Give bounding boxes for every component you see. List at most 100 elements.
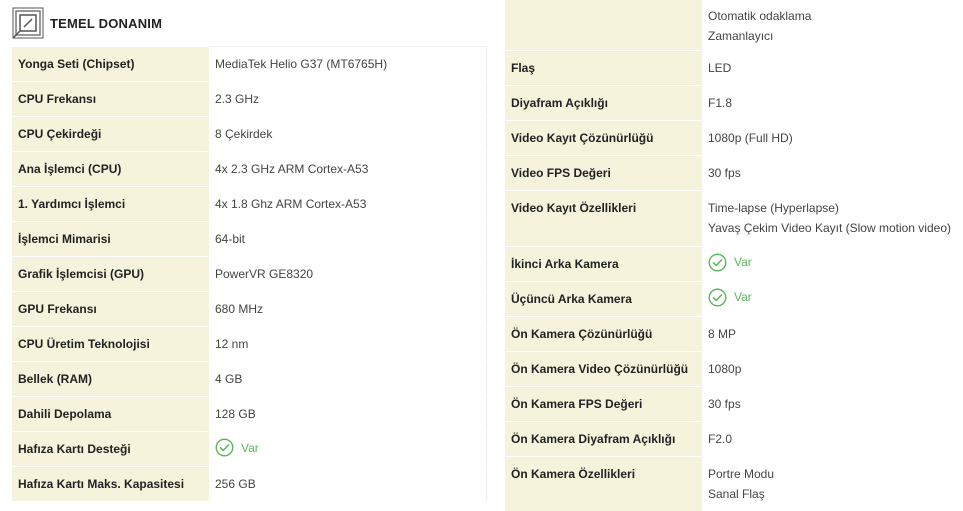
check-circle-icon <box>215 438 234 457</box>
spec-value: Var <box>702 280 963 317</box>
spec-label: CPU Frekansı <box>12 81 209 117</box>
check-circle-icon <box>708 288 727 306</box>
spec-value: 128 GB <box>209 396 487 432</box>
spec-label: CPU Çekirdeği <box>12 116 209 152</box>
camera-table: Otomatik odaklama Zamanlayıcı Flaş LED D… <box>505 0 963 511</box>
spec-value: 1080p <box>702 350 963 387</box>
spec-row-ram: Bellek (RAM) 4 GB <box>12 361 487 397</box>
spec-label: GPU Frekansı <box>12 291 209 327</box>
spec-value: 30 fps <box>702 154 963 191</box>
section-header: TEMEL DONANIM <box>12 0 486 46</box>
spec-label: Flaş <box>505 50 702 86</box>
spec-row-third-rear-camera: Üçüncü Arka Kamera Var <box>505 280 963 317</box>
spec-row-memory-card-capacity: Hafıza Kartı Maks. Kapasitesi 256 GB <box>12 466 487 502</box>
spec-row-front-camera-resolution: Ön Kamera Çözünürlüğü 8 MP <box>505 315 963 352</box>
spec-value: 8 Çekirdek <box>209 116 487 152</box>
spec-label: 1. Yardımcı İşlemci <box>12 186 209 222</box>
spec-value: MediaTek Helio G37 (MT6765H) <box>209 46 487 82</box>
spec-row-cpu-architecture: İşlemci Mimarisi 64-bit <box>12 221 487 257</box>
spec-row-video-resolution: Video Kayıt Çözünürlüğü 1080p (Full HD) <box>505 119 963 156</box>
spec-row-video-features: Video Kayıt Özellikleri Time-lapse (Hype… <box>505 189 963 247</box>
spec-row-memory-card-support: Hafıza Kartı Desteği Var <box>12 431 487 467</box>
spec-label: Bellek (RAM) <box>12 361 209 397</box>
spec-row-gpu: Grafik İşlemcisi (GPU) PowerVR GE8320 <box>12 256 487 292</box>
spec-label: Hafıza Kartı Maks. Kapasitesi <box>12 466 209 502</box>
available-indicator: Var <box>708 253 752 272</box>
spec-value: 680 MHz <box>209 291 487 327</box>
section-title: TEMEL DONANIM <box>50 15 163 31</box>
spec-value: 1080p (Full HD) <box>702 119 963 156</box>
spec-row-cpu-frequency: CPU Frekansı 2.3 GHz <box>12 81 487 117</box>
spec-label: Grafik İşlemcisi (GPU) <box>12 256 209 292</box>
check-circle-icon <box>708 253 727 271</box>
spec-row-flash: Flaş LED <box>505 49 963 86</box>
spec-value: 256 GB <box>209 466 487 502</box>
spec-row-chipset: Yonga Seti (Chipset) MediaTek Helio G37 … <box>12 46 487 82</box>
spec-row-cpu-cores: CPU Çekirdeği 8 Çekirdek <box>12 116 487 152</box>
spec-value: 4x 1.8 Ghz ARM Cortex-A53 <box>209 186 487 222</box>
spec-value: 30 fps <box>702 385 963 422</box>
spec-label: Ön Kamera Çözünürlüğü <box>505 316 702 352</box>
spec-value: LED <box>702 49 963 86</box>
spec-value: 64-bit <box>209 221 487 257</box>
spec-label: Diyafram Açıklığı <box>505 85 702 121</box>
available-indicator: Var <box>215 438 259 457</box>
spec-label: Yonga Seti (Chipset) <box>12 46 209 82</box>
chip-icon <box>12 7 44 39</box>
spec-row-front-fps: Ön Kamera FPS Değeri 30 fps <box>505 385 963 422</box>
spec-value: Portre Modu Sanal Flaş <box>702 455 963 511</box>
spec-label: Dahili Depolama <box>12 396 209 432</box>
spec-label: Ön Kamera Video Çözünürlüğü <box>505 351 702 387</box>
spec-value: 4 GB <box>209 361 487 397</box>
spec-row-storage: Dahili Depolama 128 GB <box>12 396 487 432</box>
spec-value-line: Time-lapse (Hyperlapse) <box>708 201 839 215</box>
spec-label: Ön Kamera Diyafram Açıklığı <box>505 421 702 457</box>
spec-value-line: Yavaş Çekim Video Kayıt (Slow motion vid… <box>708 221 951 235</box>
spec-label: Üçüncü Arka Kamera <box>505 281 702 317</box>
spec-label: Ana İşlemci (CPU) <box>12 151 209 187</box>
spec-value-line: Zamanlayıcı <box>708 29 774 43</box>
spec-value-line: Portre Modu <box>708 467 775 481</box>
spec-label: Hafıza Kartı Desteği <box>12 431 209 467</box>
spec-label: İşlemci Mimarisi <box>12 221 209 257</box>
spec-value: PowerVR GE8320 <box>209 256 487 292</box>
spec-value: 4x 2.3 GHz ARM Cortex-A53 <box>209 151 487 187</box>
spec-value: Time-lapse (Hyperlapse) Yavaş Çekim Vide… <box>702 189 963 247</box>
available-text: Var <box>734 290 752 304</box>
spec-row-gpu-frequency: GPU Frekansı 680 MHz <box>12 291 487 327</box>
available-text: Var <box>241 440 259 455</box>
spec-row-camera-features: Otomatik odaklama Zamanlayıcı <box>505 0 963 51</box>
spec-value: F1.8 <box>702 84 963 121</box>
spec-value: Var <box>702 245 963 282</box>
spec-label: CPU Üretim Teknolojisi <box>12 326 209 362</box>
available-text: Var <box>734 255 752 269</box>
spec-row-aperture: Diyafram Açıklığı F1.8 <box>505 84 963 121</box>
spec-label: Ön Kamera Özellikleri <box>505 456 702 511</box>
basic-hardware-panel: TEMEL DONANIM Yonga Seti (Chipset) Media… <box>12 0 487 502</box>
spec-label: Video Kayıt Özellikleri <box>505 190 702 247</box>
spec-row-secondary-cpu: 1. Yardımcı İşlemci 4x 1.8 Ghz ARM Corte… <box>12 186 487 222</box>
spec-value: F2.0 <box>702 420 963 457</box>
spec-label: İkinci Arka Kamera <box>505 246 702 282</box>
spec-value: 2.3 GHz <box>209 81 487 117</box>
spec-value-line: Otomatik odaklama <box>708 9 812 23</box>
spec-row-front-aperture: Ön Kamera Diyafram Açıklığı F2.0 <box>505 420 963 457</box>
basic-hardware-table: Yonga Seti (Chipset) MediaTek Helio G37 … <box>12 46 487 502</box>
spec-label: Video FPS Değeri <box>505 155 702 191</box>
spec-row-front-features: Ön Kamera Özellikleri Portre Modu Sanal … <box>505 455 963 511</box>
spec-label: Ön Kamera FPS Değeri <box>505 386 702 422</box>
spec-value: Otomatik odaklama Zamanlayıcı <box>702 0 963 51</box>
spec-label <box>505 0 702 51</box>
spec-row-main-cpu: Ana İşlemci (CPU) 4x 2.3 GHz ARM Cortex-… <box>12 151 487 187</box>
spec-row-video-fps: Video FPS Değeri 30 fps <box>505 154 963 191</box>
spec-row-front-video-resolution: Ön Kamera Video Çözünürlüğü 1080p <box>505 350 963 387</box>
spec-value: 8 MP <box>702 315 963 352</box>
spec-label: Video Kayıt Çözünürlüğü <box>505 120 702 156</box>
spec-value-line: Sanal Flaş <box>708 487 765 501</box>
available-indicator: Var <box>708 288 752 307</box>
spec-value: 12 nm <box>209 326 487 362</box>
camera-panel: Otomatik odaklama Zamanlayıcı Flaş LED D… <box>505 0 963 511</box>
spec-value: Var <box>209 431 487 467</box>
spec-row-process-node: CPU Üretim Teknolojisi 12 nm <box>12 326 487 362</box>
spec-row-second-rear-camera: İkinci Arka Kamera Var <box>505 245 963 282</box>
